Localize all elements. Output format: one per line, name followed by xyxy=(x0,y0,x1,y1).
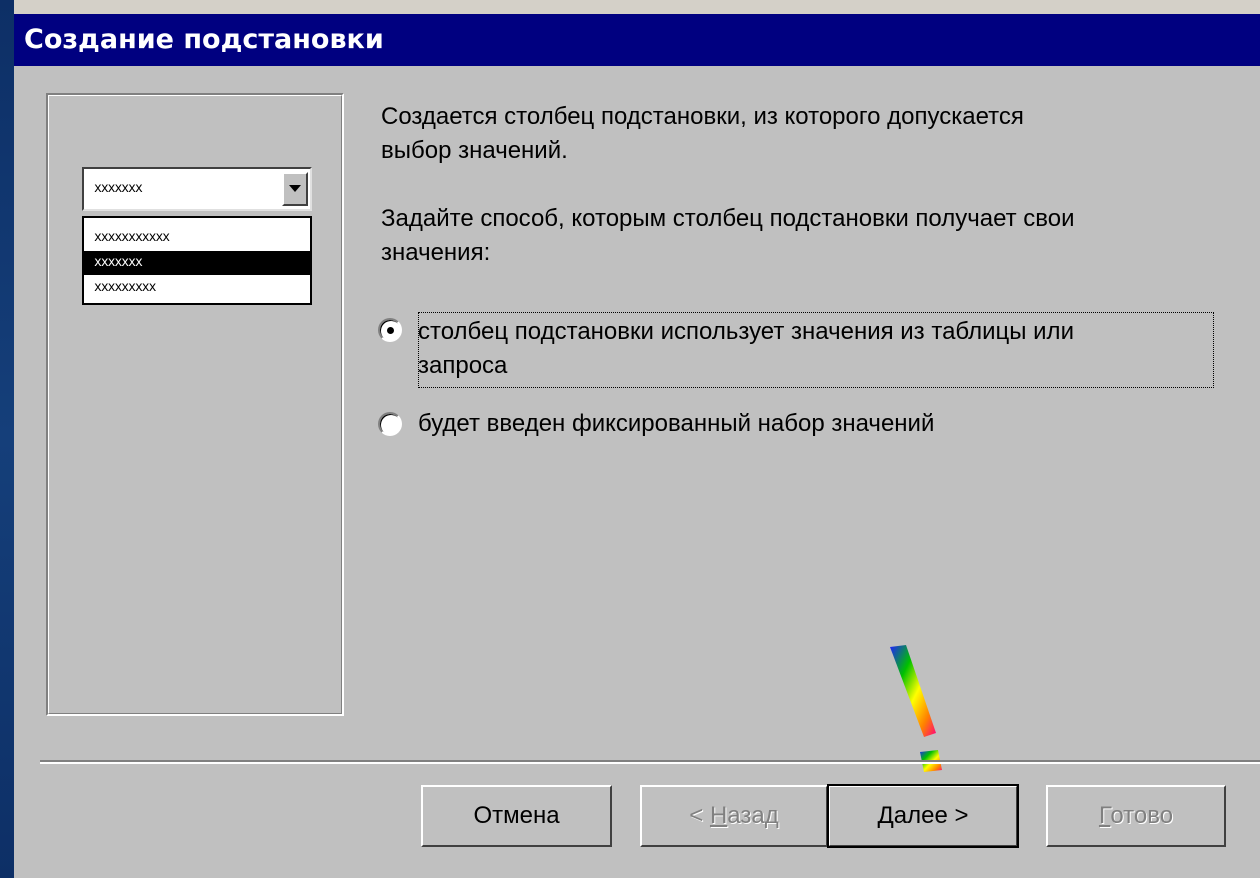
rainbow-exclamation-mark-icon xyxy=(890,645,942,772)
radio-button-selected[interactable] xyxy=(378,318,402,342)
back-button[interactable]: < Назад xyxy=(640,785,828,847)
intro-text: Создается столбец подстановки, из которо… xyxy=(381,100,1024,168)
preview-combo-box: xxxxxxx xyxy=(82,167,312,211)
next-button[interactable]: Далее > xyxy=(827,784,1019,848)
prompt-line-1: Задайте способ, которым столбец подстано… xyxy=(381,205,1075,232)
background-strip xyxy=(0,0,14,878)
intro-line-2: выбор значений. xyxy=(381,137,568,164)
dialog-title: Создание подстановки xyxy=(14,14,1260,66)
radio-button[interactable] xyxy=(378,412,402,436)
cancel-button[interactable]: Отмена xyxy=(421,785,612,847)
preview-list-item-selected: xxxxxxx xyxy=(84,251,310,275)
finish-button[interactable]: Готово xyxy=(1046,785,1226,847)
preview-combo-value: xxxxxxx xyxy=(94,181,143,196)
radio-dot xyxy=(387,327,394,334)
chevron-down-icon xyxy=(289,185,301,192)
window-top-edge xyxy=(14,0,1260,14)
back-button-label: < Назад xyxy=(689,802,779,829)
preview-dropdown-button xyxy=(282,172,308,206)
option-table-or-query-line1: столбец подстановки использует значения … xyxy=(418,318,1074,345)
cancel-button-label: Отмена xyxy=(473,802,560,829)
option-fixed-values-label: будет введен фиксированный набор значени… xyxy=(418,410,935,437)
prompt-line-2: значения: xyxy=(381,239,491,266)
preview-list-item: xxxxxxxxx xyxy=(94,280,156,295)
option-table-or-query-line2: запроса xyxy=(418,352,508,379)
preview-dropdown-list: xxxxxxxxxxx xxxxxxx xxxxxxxxx xyxy=(82,216,312,305)
button-separator xyxy=(40,760,1260,764)
preview-list-item: xxxxxxxxxxx xyxy=(94,230,170,245)
intro-line-1: Создается столбец подстановки, из которо… xyxy=(381,103,1024,130)
prompt-text: Задайте способ, которым столбец подстано… xyxy=(381,202,1075,270)
finish-button-label: Готово xyxy=(1098,802,1174,829)
next-button-label: Далее > xyxy=(877,802,969,829)
